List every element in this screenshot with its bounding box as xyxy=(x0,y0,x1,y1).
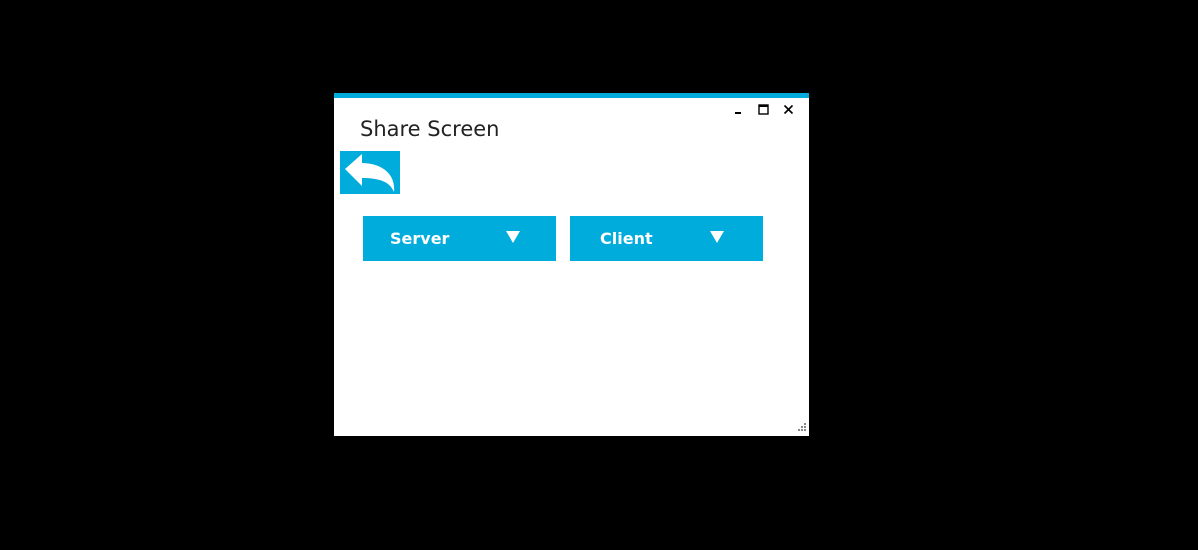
resize-grip-icon[interactable] xyxy=(795,422,806,433)
minimize-icon xyxy=(734,112,741,114)
client-dropdown[interactable]: Client xyxy=(570,216,763,261)
back-button[interactable] xyxy=(340,151,400,194)
triangle-down-icon xyxy=(710,231,724,243)
triangle-down-icon xyxy=(506,231,520,243)
client-dropdown-label: Client xyxy=(600,229,653,248)
window-controls xyxy=(726,101,801,117)
close-icon xyxy=(783,104,794,114)
server-dropdown[interactable]: Server xyxy=(363,216,556,261)
maximize-icon xyxy=(758,103,769,115)
server-dropdown-label: Server xyxy=(390,229,450,248)
maximize-button[interactable] xyxy=(751,101,776,117)
share-screen-window: Share Screen Server Client xyxy=(334,93,809,436)
close-button[interactable] xyxy=(776,101,801,117)
window-title: Share Screen xyxy=(360,117,500,141)
back-arrow-icon xyxy=(340,151,400,194)
minimize-button[interactable] xyxy=(726,101,751,117)
window-accent-bar xyxy=(334,93,809,98)
